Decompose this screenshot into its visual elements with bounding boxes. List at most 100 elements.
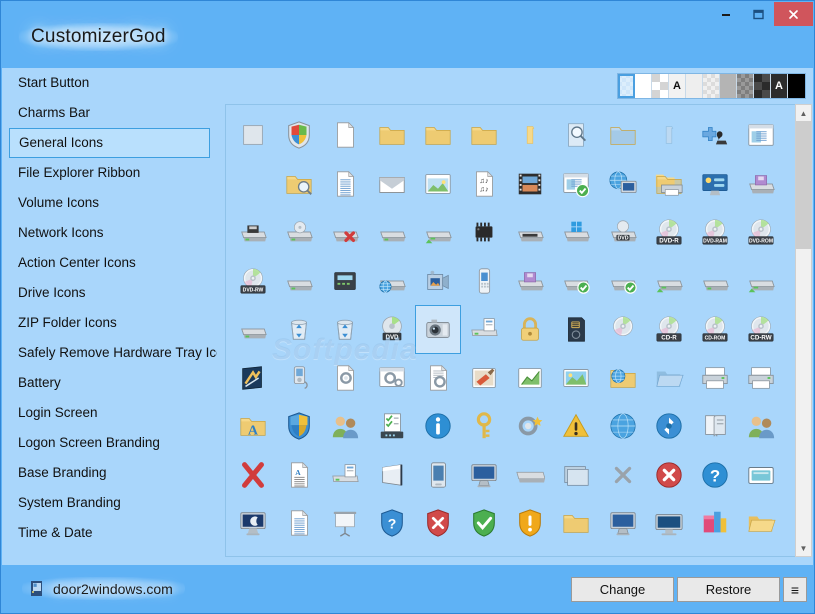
menu-button[interactable]: ≡ bbox=[783, 577, 807, 602]
icon-photo-landscape[interactable] bbox=[553, 354, 599, 403]
icon-security-shield-color[interactable] bbox=[276, 111, 322, 160]
icon-scanner-2[interactable] bbox=[322, 451, 368, 500]
icon-user-accounts[interactable] bbox=[322, 402, 368, 451]
icon-cd-drive[interactable] bbox=[276, 208, 322, 257]
icon-cd-rom-disc[interactable]: CD-ROM bbox=[692, 305, 738, 354]
icon-mail-envelope[interactable] bbox=[369, 160, 415, 209]
swatch-white[interactable] bbox=[635, 74, 652, 98]
sidebar-item-general-icons[interactable]: General Icons bbox=[9, 128, 210, 158]
icon-sync-refresh[interactable] bbox=[646, 402, 692, 451]
icon-delete-red-x[interactable] bbox=[230, 451, 276, 500]
icon-dvd-ram-disc[interactable]: DVD-RAM bbox=[692, 208, 738, 257]
background-swatch-strip[interactable]: AA bbox=[617, 73, 806, 99]
icon-globe-network[interactable] bbox=[600, 402, 646, 451]
sidebar-item-system-branding[interactable]: System Branding bbox=[9, 488, 210, 518]
icon-drive-net-3[interactable] bbox=[738, 257, 784, 306]
sidebar-item-zip-folder-icons[interactable]: ZIP Folder Icons bbox=[9, 308, 210, 338]
icon-pda-device[interactable] bbox=[415, 451, 461, 500]
swatch-dark-gray-checker[interactable] bbox=[737, 74, 754, 98]
icon-monitor-screensaver[interactable] bbox=[230, 499, 276, 548]
icon-mobile-phone[interactable] bbox=[461, 257, 507, 306]
icon-film-strip[interactable] bbox=[507, 160, 553, 209]
sidebar-item-action-center-icons[interactable]: Action Center Icons bbox=[9, 248, 210, 278]
website-link[interactable]: door2windows.com bbox=[22, 577, 185, 600]
icon-settings-document[interactable] bbox=[322, 354, 368, 403]
icon-paint-brush[interactable] bbox=[461, 354, 507, 403]
icon-floppy-drive[interactable] bbox=[230, 208, 276, 257]
icon-folder-open-yellow[interactable] bbox=[738, 499, 784, 548]
sidebar-item-battery[interactable]: Battery bbox=[9, 368, 210, 398]
icon-error-red-circle[interactable] bbox=[646, 451, 692, 500]
sidebar-item-charms-bar[interactable]: Charms Bar bbox=[9, 98, 210, 128]
icon-hard-drive[interactable] bbox=[369, 208, 415, 257]
icon-drive-plain-2[interactable] bbox=[692, 257, 738, 306]
icon-music-sheet[interactable]: ♫♪ ♫♪ bbox=[461, 160, 507, 209]
icon-memory-card[interactable] bbox=[553, 305, 599, 354]
icon-control-panel[interactable] bbox=[692, 160, 738, 209]
icon-presentation-screen[interactable] bbox=[322, 499, 368, 548]
icon-help-shield[interactable]: ? bbox=[369, 499, 415, 548]
icon-alert-shield[interactable] bbox=[507, 499, 553, 548]
icon-window-teal[interactable] bbox=[738, 451, 784, 500]
icon-shield-blue-yellow[interactable] bbox=[276, 402, 322, 451]
scrollbar-thumb[interactable] bbox=[796, 121, 811, 249]
icon-window-stack[interactable] bbox=[553, 451, 599, 500]
icon-cd-r-disc[interactable]: CD-R bbox=[646, 305, 692, 354]
icon-dvd-r-disc[interactable]: DVD-R bbox=[646, 208, 692, 257]
icon-search-document[interactable] bbox=[553, 111, 599, 160]
icon-empty-slot[interactable] bbox=[230, 160, 276, 209]
icon-globe-folder[interactable] bbox=[600, 354, 646, 403]
icon-task-checklist[interactable] bbox=[369, 402, 415, 451]
icon-key[interactable] bbox=[461, 402, 507, 451]
icon-drive-net-2[interactable] bbox=[646, 257, 692, 306]
icon-monitor-blue[interactable] bbox=[461, 451, 507, 500]
icon-floppy-drive-purple[interactable] bbox=[738, 160, 784, 209]
icon-document-formatted[interactable]: A bbox=[276, 451, 322, 500]
sidebar-item-network-icons[interactable]: Network Icons bbox=[9, 218, 210, 248]
swatch-offwhite[interactable] bbox=[686, 74, 703, 98]
icon-network-globe-pc[interactable] bbox=[600, 160, 646, 209]
icon-success-shield[interactable] bbox=[461, 499, 507, 548]
icon-printer-folder[interactable] bbox=[646, 160, 692, 209]
sidebar-item-file-explorer-ribbon[interactable]: File Explorer Ribbon bbox=[9, 158, 210, 188]
icon-folder-thin[interactable] bbox=[507, 111, 553, 160]
icon-chart-document[interactable] bbox=[507, 354, 553, 403]
icon-monitor-desktop[interactable] bbox=[600, 499, 646, 548]
icon-banner-panel[interactable] bbox=[369, 451, 415, 500]
icon-notepad-document[interactable] bbox=[276, 499, 322, 548]
icon-desktop-wallpaper[interactable] bbox=[230, 111, 276, 160]
restore-button[interactable]: Restore bbox=[677, 577, 780, 602]
icon-floppy-drive-2[interactable] bbox=[507, 257, 553, 306]
icon-hard-drive-2[interactable] bbox=[276, 257, 322, 306]
sidebar-item-login-screen[interactable]: Login Screen bbox=[9, 398, 210, 428]
icon-folder-closed[interactable] bbox=[369, 111, 415, 160]
swatch-light-blue-checker[interactable] bbox=[618, 74, 635, 98]
icon-folder-blue-open[interactable] bbox=[600, 111, 646, 160]
icon-scanner[interactable] bbox=[461, 305, 507, 354]
sidebar-item-start-button[interactable]: Start Button bbox=[9, 68, 210, 98]
swatch-white-checker[interactable] bbox=[652, 74, 669, 98]
icon-drive-check-2[interactable] bbox=[600, 257, 646, 306]
scroll-down-arrow[interactable]: ▼ bbox=[796, 540, 811, 556]
icon-window-list[interactable] bbox=[738, 111, 784, 160]
icon-close-gray-x[interactable] bbox=[600, 451, 646, 500]
icon-dvd-disc-label[interactable]: DVD bbox=[369, 305, 415, 354]
sidebar-item-base-branding[interactable]: Base Branding bbox=[9, 458, 210, 488]
icon-printer-device[interactable] bbox=[692, 354, 738, 403]
icon-drive-wide[interactable] bbox=[507, 451, 553, 500]
icon-drive-disconnect[interactable] bbox=[322, 208, 368, 257]
scroll-up-arrow[interactable]: ▲ bbox=[796, 105, 811, 121]
icon-window-check[interactable] bbox=[553, 160, 599, 209]
icon-games-chess[interactable] bbox=[692, 111, 738, 160]
icon-recycle-bin-full[interactable] bbox=[276, 305, 322, 354]
swatch-dark-checker[interactable] bbox=[754, 74, 771, 98]
vertical-scrollbar[interactable]: ▲ ▼ bbox=[795, 104, 812, 557]
sidebar-item-volume-icons[interactable]: Volume Icons bbox=[9, 188, 210, 218]
icon-text-document[interactable] bbox=[322, 160, 368, 209]
icon-folder-open-blue[interactable] bbox=[646, 354, 692, 403]
sidebar-item-safely-remove-hardware-tray-icon[interactable]: Safely Remove Hardware Tray Icon bbox=[9, 338, 231, 368]
icon-picture-window[interactable] bbox=[415, 160, 461, 209]
icon-settings-window[interactable] bbox=[369, 354, 415, 403]
sidebar-item-time-date[interactable]: Time & Date bbox=[9, 518, 210, 548]
icon-padlock[interactable] bbox=[507, 305, 553, 354]
